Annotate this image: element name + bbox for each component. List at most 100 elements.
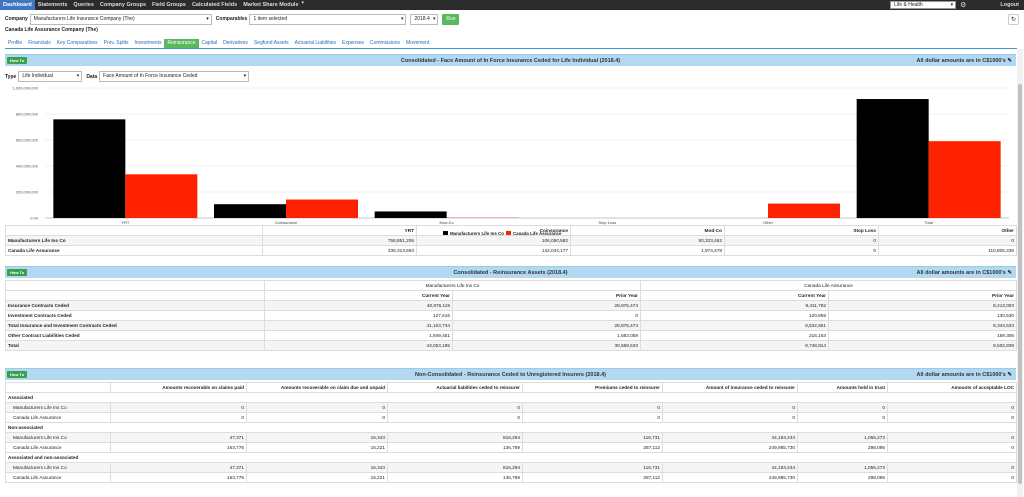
column-header: Amounts of acceptable LOC: [887, 382, 1017, 393]
tab-prov-splits[interactable]: Prov. Splits: [101, 39, 132, 48]
table-cell: 142,034,177: [416, 245, 571, 256]
section-title: Non-Consolidated - Reinsurance Ceded to …: [414, 372, 606, 378]
column-header: Other: [878, 225, 1017, 236]
table-cell: 16,343: [246, 432, 388, 443]
nav-market-share-module[interactable]: Market Share Module: [240, 0, 301, 10]
section-title: Consolidated - Face Amount of In Force I…: [400, 58, 621, 64]
tab-investments[interactable]: Investments: [131, 39, 164, 48]
table-cell: 216,163: [640, 330, 830, 341]
table-cell: 8,502,839: [828, 340, 1018, 351]
tab-profile[interactable]: Profile: [5, 39, 25, 48]
nav-company-groups[interactable]: Company Groups: [97, 0, 149, 10]
group-header: Manufacturers Life Ins Co: [263, 280, 642, 291]
bar-canada-life-assurance-other: [768, 203, 840, 218]
data-label: Data: [86, 73, 98, 80]
edit-icon[interactable]: ✎: [1007, 270, 1012, 276]
table-row: Canada Life Assurance 0 0 0 0 0 0 0: [5, 412, 1017, 423]
table-cell: 28,875,474: [451, 300, 642, 311]
comparables-select[interactable]: 1 item selected: [249, 13, 407, 25]
y-tick-label: 0.00: [30, 216, 39, 221]
group-label: Non-associated: [5, 422, 1017, 433]
table-cell: 0: [797, 402, 888, 413]
tab-financials[interactable]: Financials: [25, 39, 54, 48]
tab-reinsurance[interactable]: Reinsurance: [164, 39, 199, 48]
tab-commissions[interactable]: Commissions: [367, 39, 403, 48]
bar-canada-life-assurance-coinsurance: [286, 199, 358, 218]
table-cell: 0: [887, 432, 1017, 443]
nav-dashboard[interactable]: Dashboard: [0, 0, 35, 10]
tab-actuarial-liabilities[interactable]: Actuarial Liabilities: [292, 39, 339, 48]
scrollbar-thumb[interactable]: [1018, 84, 1022, 484]
nav-field-groups[interactable]: Field Groups: [149, 0, 189, 10]
table-cell: 758,851,206: [262, 235, 417, 246]
data-select[interactable]: Face Amount of In Force Insurance Ceded: [99, 71, 250, 82]
table-row: Canada Life Assurance 163,776 15,221 136,76…: [5, 472, 1017, 483]
face-amount-table: YRTCoinsuranceMod-CoStop LossOtherTotalM…: [5, 225, 1017, 256]
table-cell: 298,095: [797, 472, 888, 483]
tab-movement[interactable]: Movement: [403, 39, 432, 48]
edit-icon[interactable]: ✎: [1007, 372, 1012, 378]
table-cell: 40,976,119: [264, 300, 453, 311]
tab-bar: Profile Financials Key Comparatives Prov. S…: [5, 38, 1017, 49]
table-cell: 50,323,462: [570, 235, 725, 246]
section-unregistered: How To Non-Consolidated - Reinsurance Ce…: [5, 368, 1017, 483]
tab-key-comparatives[interactable]: Key Comparatives: [54, 39, 101, 48]
table-cell: 1,974,478: [570, 245, 725, 256]
tab-capital[interactable]: Capital: [199, 39, 221, 48]
table-cell: 44,183,434: [662, 462, 798, 473]
tab-segfund-assets[interactable]: Segfund Assets: [251, 39, 292, 48]
gear-icon[interactable]: ⚙: [960, 1, 966, 9]
type-select[interactable]: Life Individual: [18, 71, 83, 82]
section-face-amount: How To Consolidated - Face Amount of In …: [5, 54, 1017, 256]
logout-link[interactable]: Logout: [1000, 2, 1019, 8]
nav-calculated-fields[interactable]: Calculated Fields: [189, 0, 240, 10]
reinsurance-assets-table: Manufacturers Life Ins Co Canada Life Ass…: [5, 280, 1018, 351]
table-cell: 43,053,185: [264, 340, 453, 351]
table-cell: 0: [887, 472, 1017, 483]
table-cell: 9,411,782: [640, 300, 830, 311]
table-cell: 249,985,730: [662, 442, 798, 453]
type-label: Type: [5, 73, 17, 80]
table-cell: 0: [522, 412, 663, 423]
table-row: Manufacturers Life Ins Co 47,371 16,343 816…: [5, 432, 1017, 443]
table-cell: 130,530: [828, 310, 1018, 321]
table-header-row: YRTCoinsuranceMod-CoStop LossOtherTotal: [5, 225, 1017, 236]
chevron-down-icon: ▾: [301, 0, 305, 6]
table-cell: 0: [246, 412, 388, 423]
bar-manufacturers-life-ins-co-mod-co: [374, 211, 447, 218]
edit-icon[interactable]: ✎: [1007, 58, 1012, 64]
table-cell: 0: [451, 310, 642, 321]
table-header-row: Amounts recoverable on claims paid Amount…: [5, 382, 1017, 393]
table-cell: 287,112: [522, 442, 663, 453]
blank-cell: [5, 290, 265, 301]
row-label: Other Contract Liabilities Ceded: [5, 330, 265, 341]
period-select[interactable]: 2018.4: [410, 13, 439, 25]
table-cell: 0: [110, 412, 247, 423]
table-cell: 47,371: [110, 462, 247, 473]
tab-derivatives[interactable]: Derivatives: [220, 39, 251, 48]
table-cell: 249,985,730: [662, 472, 798, 483]
table-cell: 136,769: [387, 442, 523, 453]
nav-queries[interactable]: Queries: [70, 0, 96, 10]
refresh-icon[interactable]: ↻: [1008, 14, 1019, 25]
run-button[interactable]: Run: [442, 13, 460, 25]
group-row: Associated: [5, 392, 1017, 403]
table-cell: 8,213,003: [828, 300, 1018, 311]
company-select[interactable]: Manufacturers Life Insurance Company (Th…: [29, 13, 212, 25]
table-row: Manufacturers Life Ins Co 0 0 0 0 0 0 0: [5, 402, 1017, 413]
column-header: Actuarial liabilities ceded to reinsurer: [387, 382, 523, 393]
row-label: Canada Life Assurance: [5, 245, 263, 256]
table-cell: 15,221: [246, 442, 388, 453]
nav-statements[interactable]: Statements: [35, 0, 71, 10]
comparables-label: Comparables: [215, 16, 248, 22]
y-tick-label: 600,000,000: [16, 138, 39, 143]
subheader-row: Current Year Prior Year Current Year Prior …: [5, 290, 1018, 301]
scrollbar[interactable]: [1017, 49, 1023, 497]
table-row: Total Insurance and Investment Contracts…: [5, 320, 1018, 331]
tab-expenses[interactable]: Expenses: [339, 39, 367, 48]
table-cell: 127,616: [264, 310, 453, 321]
industry-select[interactable]: Life & Health: [890, 1, 957, 9]
table-cell: 136,769: [387, 472, 523, 483]
row-label: Canada Life Assurance: [5, 412, 111, 423]
currency-note: All dollar amounts are in C$1000's ✎: [916, 372, 1012, 378]
